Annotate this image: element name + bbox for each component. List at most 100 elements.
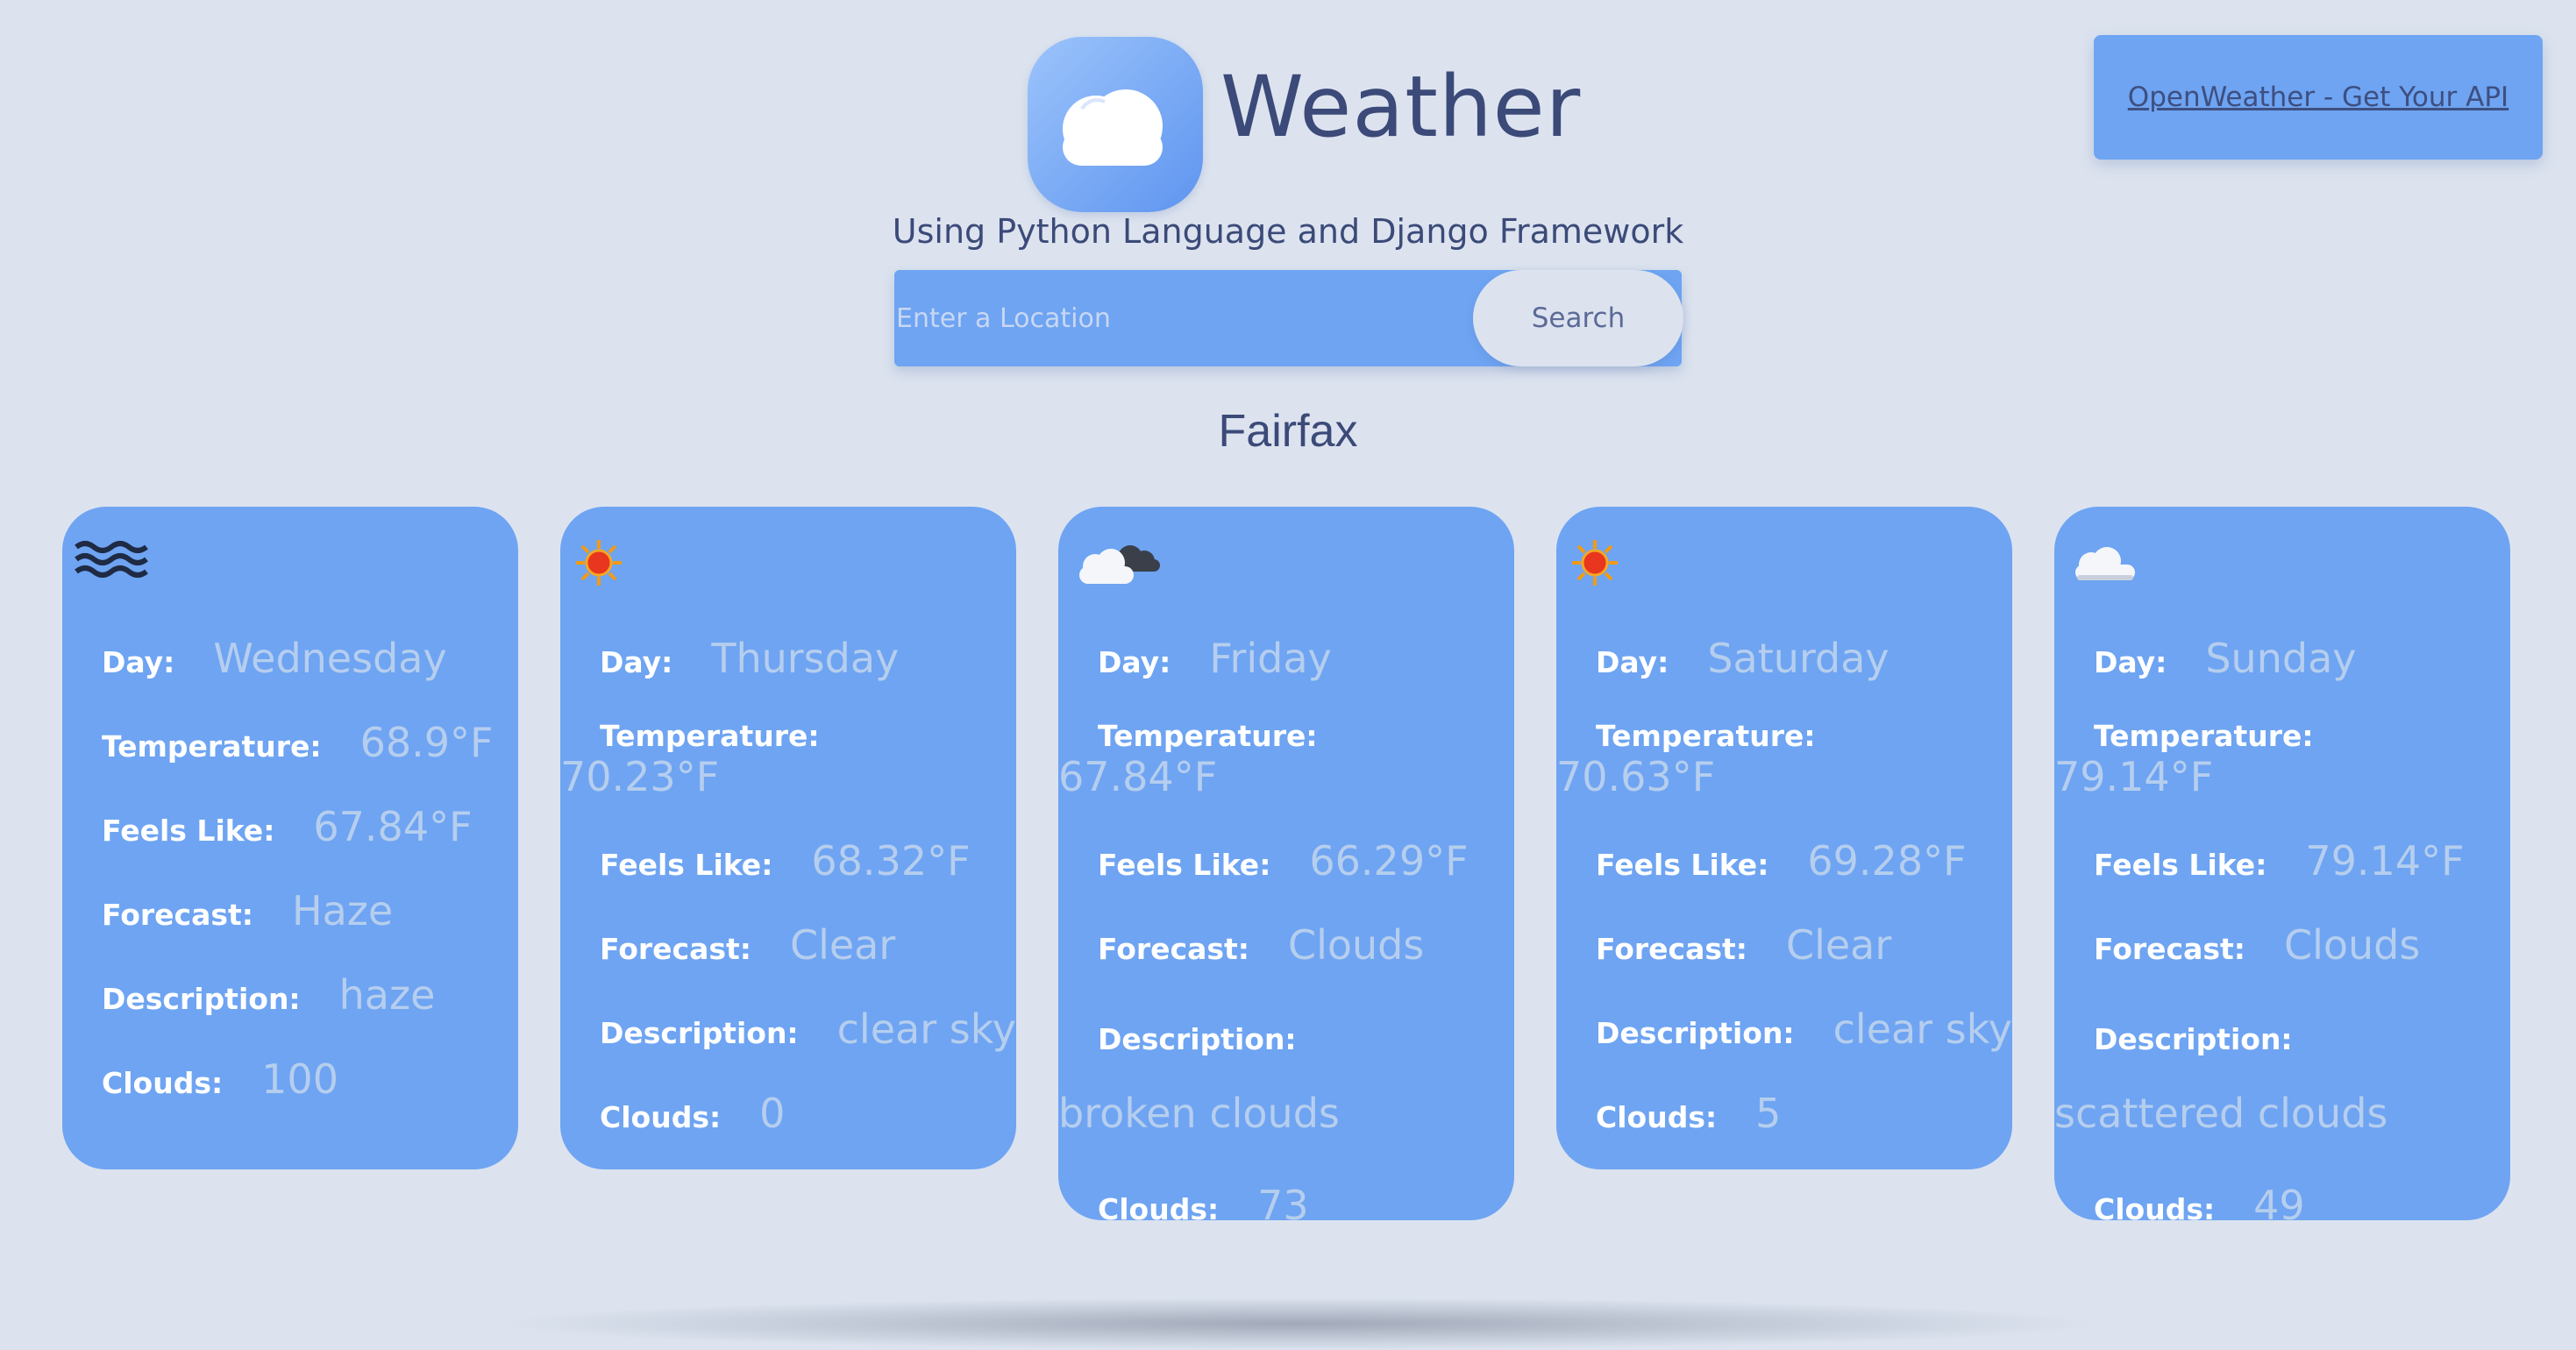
description-label: Description: [600, 1016, 799, 1050]
description-row: Description: broken clouds [1058, 1005, 1470, 1157]
forecast-label: Forecast: [1596, 932, 1747, 966]
clouds-value: 100 [261, 1055, 338, 1103]
openweather-api-link[interactable]: OpenWeather - Get Your API [2128, 82, 2508, 113]
day-row: Day: Thursday [560, 635, 1016, 682]
feels-like-label: Feels Like: [1596, 848, 1769, 882]
temperature-value: 68.9°F [359, 719, 494, 766]
clouds-row: Clouds: 100 [62, 1055, 518, 1103]
description-value: scattered clouds [2054, 1090, 2388, 1137]
temperature-label: Temperature: [102, 729, 322, 764]
day-row: Day: Saturday [1556, 635, 2012, 682]
forecast-label: Forecast: [600, 932, 751, 966]
temperature-value: 70.63°F [1556, 753, 1716, 800]
description-row: Description: haze [62, 971, 518, 1019]
description-value: clear sky [836, 1005, 1016, 1053]
forecast-label: Forecast: [2094, 932, 2245, 966]
feels-like-row: Feels Like: 69.28°F [1556, 837, 2012, 885]
day-value: Saturday [1707, 635, 1889, 682]
clouds-row: Clouds: 73 [1058, 1182, 1514, 1229]
feels-like-row: Feels Like: 79.14°F [2054, 837, 2510, 885]
temperature-label: Temperature: [1098, 719, 1318, 753]
feels-like-row: Feels Like: 68.32°F [560, 837, 1016, 885]
day-value: Thursday [711, 635, 900, 682]
forecast-value: Clear [1785, 921, 1892, 969]
day-label: Day: [2094, 645, 2167, 679]
forecast-card: Day: Saturday Temperature:70.63°F Feels L… [1556, 507, 2012, 1169]
feels-like-value: 66.29°F [1309, 837, 1469, 885]
clouds-label: Clouds: [1098, 1192, 1220, 1226]
clouds-label: Clouds: [600, 1100, 722, 1134]
day-label: Day: [1098, 645, 1171, 679]
temperature-row: Temperature:70.63°F [1556, 719, 2012, 800]
app-logo [1028, 37, 1203, 212]
feels-like-value: 68.32°F [811, 837, 971, 885]
day-value: Wednesday [213, 635, 447, 682]
temperature-row: Temperature:67.84°F [1058, 719, 1514, 800]
temperature-label: Temperature: [1596, 719, 1816, 753]
description-row: Description: scattered clouds [2054, 1005, 2493, 1157]
description-value: clear sky [1832, 1005, 2012, 1053]
description-value: broken clouds [1058, 1090, 1340, 1137]
feels-like-value: 69.28°F [1807, 837, 1967, 885]
forecast-card: Day: Friday Temperature:67.84°F Feels Lik… [1058, 507, 1514, 1229]
day-row: Day: Sunday [2054, 635, 2510, 682]
forecast-row: Forecast: Clear [1556, 921, 2012, 969]
forecast-row: Forecast: Haze [62, 887, 518, 934]
description-label: Description: [1098, 1022, 1297, 1056]
temperature-row: Temperature:70.23°F [560, 719, 1016, 800]
feels-like-row: Feels Like: 66.29°F [1058, 837, 1514, 885]
api-link-box[interactable]: OpenWeather - Get Your API [2094, 35, 2543, 160]
feels-like-label: Feels Like: [1098, 848, 1271, 882]
search-button[interactable]: Search [1473, 270, 1683, 366]
feels-like-label: Feels Like: [102, 814, 275, 848]
forecast-card: Day: Thursday Temperature:70.23°F Feels L… [560, 507, 1016, 1169]
sun-icon [571, 535, 1016, 591]
app-title: Weather [1220, 58, 1582, 156]
forecast-row: Forecast: Clear [560, 921, 1016, 969]
clouds-row: Clouds: 5 [1556, 1090, 2012, 1137]
feels-like-value: 67.84°F [313, 803, 473, 850]
forecast-value: Clear [789, 921, 896, 969]
day-row: Day: Friday [1058, 635, 1514, 682]
forecast-value: Haze [291, 887, 394, 934]
clouds-label: Clouds: [102, 1066, 224, 1100]
day-label: Day: [1596, 645, 1669, 679]
location-input[interactable] [894, 270, 1464, 366]
forecast-card: Day: Sunday Temperature:79.14°F Feels Lik… [2054, 507, 2510, 1229]
clouds-row: Clouds: 0 [560, 1090, 1016, 1137]
clouds-value: 0 [759, 1090, 786, 1137]
day-row: Day: Wednesday [62, 635, 518, 682]
description-value: haze [338, 971, 436, 1019]
clouds-row: Clouds: 49 [2054, 1182, 2510, 1229]
description-label: Description: [2094, 1022, 2293, 1056]
temperature-label: Temperature: [2094, 719, 2314, 753]
day-label: Day: [102, 645, 175, 679]
haze-icon [73, 535, 518, 591]
temperature-value: 70.23°F [560, 753, 720, 800]
feels-like-row: Feels Like: 67.84°F [62, 803, 518, 850]
temperature-value: 67.84°F [1058, 753, 1218, 800]
cloud-icon [1063, 89, 1163, 166]
day-value: Sunday [2205, 635, 2357, 682]
description-label: Description: [102, 982, 301, 1016]
feels-like-label: Feels Like: [2094, 848, 2267, 882]
temperature-value: 79.14°F [2054, 753, 2214, 800]
clouds-label: Clouds: [1596, 1100, 1718, 1134]
feels-like-label: Feels Like: [600, 848, 773, 882]
sun-icon [1567, 535, 2012, 591]
bottom-shadow [491, 1297, 2104, 1350]
city-name: Fairfax [1218, 406, 1358, 457]
subtitle: Using Python Language and Django Framewo… [892, 212, 1684, 251]
description-row: Description: clear sky [1556, 1005, 2012, 1053]
temperature-row: Temperature:79.14°F [2054, 719, 2510, 800]
forecast-row: Forecast: Clouds [1058, 921, 1514, 969]
forecast-value: Clouds [2283, 921, 2421, 969]
clouds-value: 73 [1257, 1182, 1309, 1229]
forecast-label: Forecast: [1098, 932, 1249, 966]
forecast-row: Forecast: Clouds [2054, 921, 2510, 969]
broken-clouds-icon [1069, 535, 1514, 591]
feels-like-value: 79.14°F [2305, 837, 2465, 885]
clouds-value: 49 [2253, 1182, 2305, 1229]
day-label: Day: [600, 645, 673, 679]
day-value: Friday [1209, 635, 1332, 682]
